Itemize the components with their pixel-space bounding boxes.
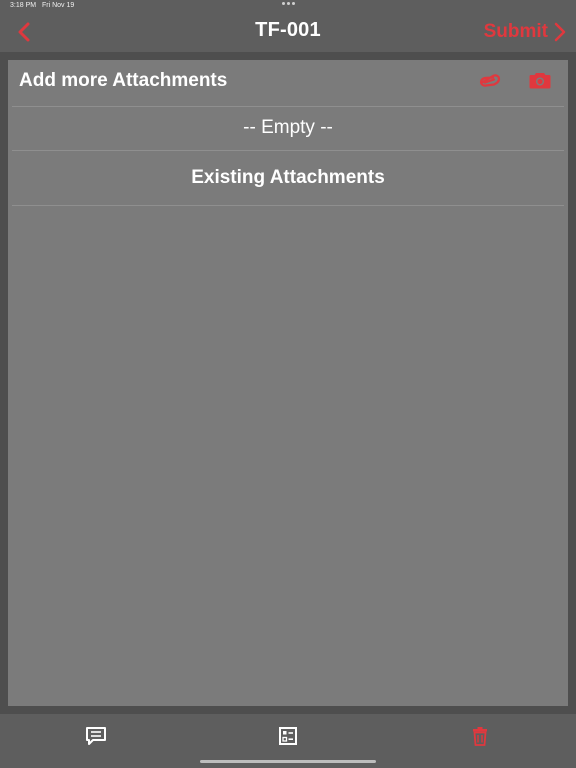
bottom-toolbar bbox=[0, 714, 576, 768]
empty-attachments-row: -- Empty -- bbox=[12, 107, 564, 151]
empty-label: -- Empty -- bbox=[243, 117, 333, 138]
add-attachments-actions bbox=[476, 68, 554, 92]
home-indicator[interactable] bbox=[200, 760, 376, 763]
page-title: TF-001 bbox=[255, 19, 321, 41]
camera-icon bbox=[529, 73, 551, 89]
delete-tab[interactable] bbox=[468, 724, 492, 748]
submit-label: Submit bbox=[483, 21, 548, 42]
status-date: Fri Nov 19 bbox=[42, 2, 75, 9]
chevron-right-icon bbox=[554, 22, 566, 42]
back-button[interactable] bbox=[10, 18, 38, 46]
trash-icon bbox=[473, 727, 487, 746]
take-photo-button[interactable] bbox=[526, 68, 554, 92]
add-attachments-row: Add more Attachments bbox=[12, 60, 564, 107]
nav-bar: TF-001 Submit bbox=[0, 12, 576, 52]
checklist-icon bbox=[279, 727, 297, 745]
submit-button[interactable]: Submit bbox=[484, 18, 566, 46]
status-bar: 3:18 PM Fri Nov 19 bbox=[0, 0, 576, 12]
add-attachments-label: Add more Attachments bbox=[19, 70, 228, 91]
attachments-panel: Add more Attachments -- Empty -- Existin… bbox=[8, 60, 568, 706]
checklist-tab[interactable] bbox=[276, 724, 300, 748]
existing-attachments-header: Existing Attachments bbox=[12, 151, 564, 206]
attach-file-button[interactable] bbox=[476, 68, 504, 92]
app-frame: 3:18 PM Fri Nov 19 TF-001 Submit Add mor… bbox=[0, 0, 576, 768]
status-time: 3:18 PM bbox=[10, 2, 37, 9]
existing-attachments-label: Existing Attachments bbox=[191, 167, 385, 188]
comments-tab[interactable] bbox=[84, 724, 108, 748]
content-area: Add more Attachments -- Empty -- Existin… bbox=[0, 52, 576, 714]
comment-icon bbox=[86, 727, 106, 745]
multitasking-dots-icon[interactable] bbox=[282, 2, 296, 6]
chevron-left-icon bbox=[18, 22, 30, 42]
paperclip-icon bbox=[479, 74, 501, 87]
